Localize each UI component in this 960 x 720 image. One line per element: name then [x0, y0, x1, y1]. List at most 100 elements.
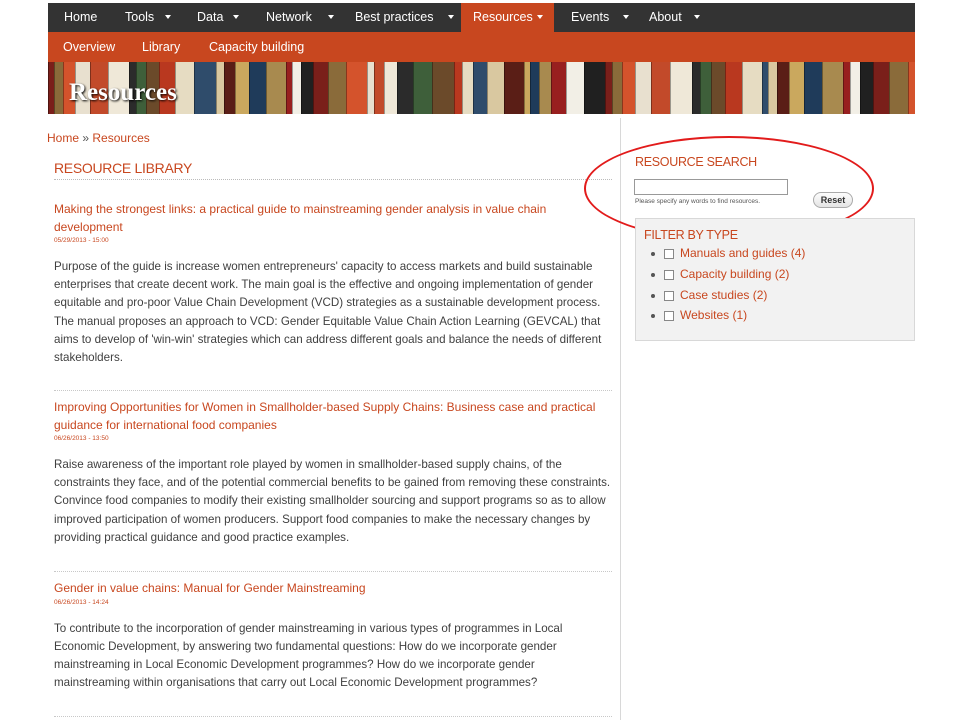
book-spine — [635, 62, 651, 114]
subnav-item-capacity-building[interactable]: Capacity building — [209, 32, 304, 62]
book-edge — [605, 62, 606, 114]
nav-item-network[interactable]: Network — [247, 3, 337, 32]
book-edge — [612, 62, 613, 114]
resource-date: 05/29/2013 - 15:00 — [54, 237, 109, 244]
book-spine — [804, 62, 822, 114]
book-spine — [742, 62, 762, 114]
book-edge — [789, 62, 790, 114]
book-edge — [622, 62, 623, 114]
page-banner: Resources — [48, 62, 915, 114]
book-edge — [48, 62, 49, 114]
nav-item-tools[interactable]: Tools — [112, 3, 182, 32]
book-edge — [566, 62, 567, 114]
chevron-down-icon — [448, 15, 454, 19]
book-spine — [292, 62, 301, 114]
resource-title-link[interactable]: Making the strongest links: a practical … — [54, 201, 612, 236]
bullet-icon — [651, 294, 655, 298]
resource-item: Making the strongest links: a practical … — [54, 201, 612, 367]
book-spine — [789, 62, 804, 114]
book-spine — [216, 62, 224, 114]
nav-item-events[interactable]: Events — [554, 3, 632, 32]
resource-item: Gender in value chains: Manual for Gende… — [54, 580, 612, 692]
book-spine — [235, 62, 249, 114]
book-spine — [413, 62, 432, 114]
book-spine — [622, 62, 635, 114]
resource-title-link[interactable]: Gender in value chains: Manual for Gende… — [54, 580, 612, 598]
filter-checkbox[interactable] — [664, 249, 674, 259]
filter-label[interactable]: Manuals and guides (4) — [680, 246, 805, 260]
book-spine — [249, 62, 266, 114]
book-edge — [63, 62, 64, 114]
divider — [54, 571, 612, 572]
nav-item-about[interactable]: About — [632, 3, 708, 32]
nav-label: Network — [266, 10, 312, 24]
book-edge — [224, 62, 225, 114]
book-spine — [777, 62, 789, 114]
book-spine — [313, 62, 328, 114]
nav-label: Resources — [473, 10, 533, 24]
filter-label[interactable]: Capacity building (2) — [680, 267, 789, 281]
chevron-down-icon — [694, 15, 700, 19]
book-edge — [266, 62, 267, 114]
resource-date: 06/26/2013 - 14:24 — [54, 598, 109, 606]
book-edge — [313, 62, 314, 114]
book-edge — [367, 62, 368, 114]
filter-label[interactable]: Case studies (2) — [680, 288, 767, 302]
book-edge — [725, 62, 726, 114]
book-edge — [384, 62, 385, 114]
filter-checkbox[interactable] — [664, 311, 674, 321]
book-edge — [700, 62, 701, 114]
book-edge — [777, 62, 778, 114]
book-edge — [216, 62, 217, 114]
book-spine — [605, 62, 612, 114]
book-edge — [762, 62, 763, 114]
book-spine — [194, 62, 216, 114]
breadcrumb-separator: » — [82, 131, 90, 145]
book-edge — [462, 62, 463, 114]
book-spine — [530, 62, 539, 114]
book-spine — [487, 62, 504, 114]
book-spine — [224, 62, 235, 114]
book-edge — [432, 62, 433, 114]
filter-checkbox[interactable] — [664, 291, 674, 301]
breadcrumb: Home » Resources — [47, 131, 150, 145]
book-edge — [860, 62, 861, 114]
subnav-item-library[interactable]: Library — [142, 32, 180, 62]
filter-checkbox[interactable] — [664, 270, 674, 280]
banner-title: Resources — [69, 79, 177, 106]
book-edge — [374, 62, 375, 114]
book-spine — [328, 62, 346, 114]
book-edge — [413, 62, 414, 114]
filter-label[interactable]: Websites (1) — [680, 308, 747, 322]
resource-date: 06/26/2013 - 13:50 — [54, 435, 109, 442]
breadcrumb-home-link[interactable]: Home — [47, 131, 79, 145]
main-nav: Home Tools Data Network Best practices R… — [48, 3, 915, 32]
book-edge — [249, 62, 250, 114]
chevron-down-icon — [165, 15, 171, 19]
book-spine — [397, 62, 413, 114]
bullet-icon — [651, 252, 655, 256]
page-title: RESOURCE LIBRARY — [54, 160, 612, 180]
nav-item-best-practices[interactable]: Best practices — [337, 3, 461, 32]
resource-title-link[interactable]: Improving Opportunities for Women in Sma… — [54, 399, 612, 434]
book-edge — [850, 62, 851, 114]
nav-label: Tools — [125, 10, 155, 24]
nav-item-data[interactable]: Data — [182, 3, 247, 32]
chevron-down-icon — [623, 15, 629, 19]
book-edge — [530, 62, 531, 114]
book-spine — [54, 62, 63, 114]
chevron-down-icon — [328, 15, 334, 19]
book-spine — [504, 62, 524, 114]
breadcrumb-current[interactable]: Resources — [92, 131, 149, 145]
book-edge — [742, 62, 743, 114]
nav-label: About — [649, 10, 682, 24]
nav-label: Best practices — [355, 10, 434, 24]
book-spine — [584, 62, 605, 114]
book-spine — [454, 62, 462, 114]
book-edge — [454, 62, 455, 114]
resource-description: Purpose of the guide is increase women e… — [54, 260, 602, 365]
book-spine — [889, 62, 908, 114]
subnav-item-overview[interactable]: Overview — [63, 32, 115, 62]
nav-item-resources[interactable]: Resources — [461, 3, 554, 32]
nav-item-home[interactable]: Home — [48, 3, 112, 32]
